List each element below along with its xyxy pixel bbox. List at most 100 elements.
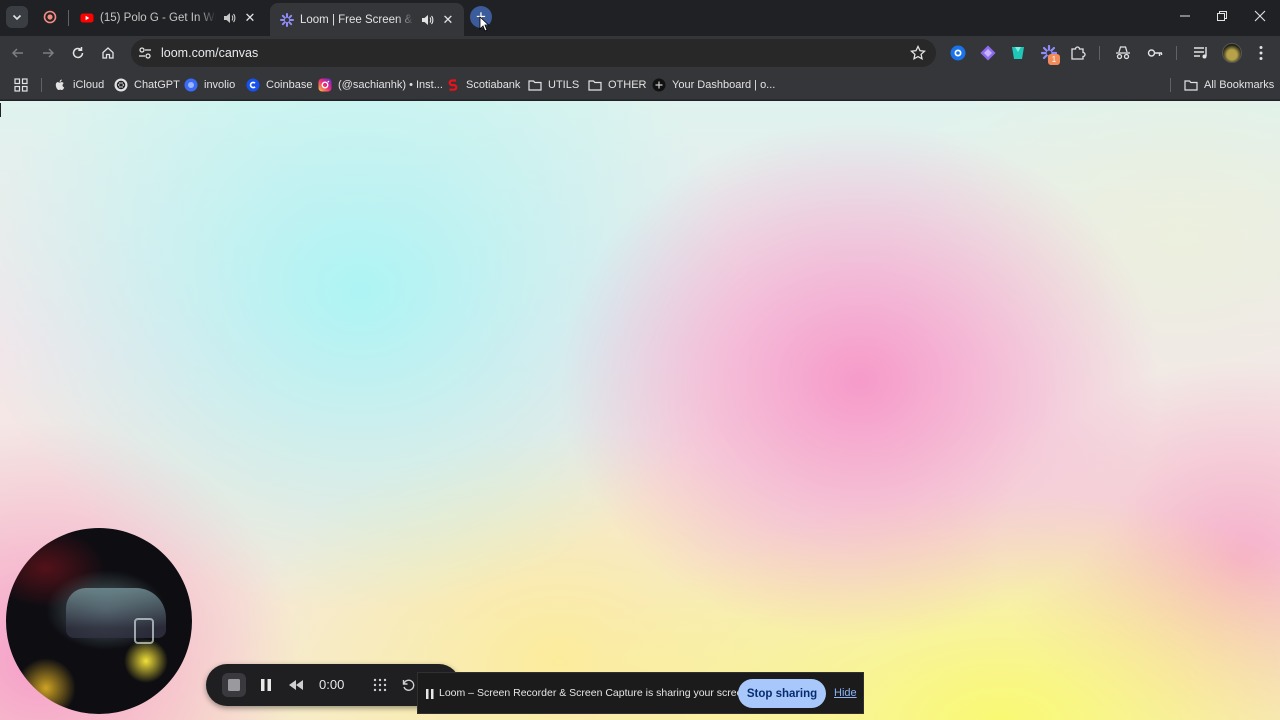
bookmark-involio[interactable]: involio: [184, 77, 235, 93]
tab-divider: [68, 10, 69, 26]
speaker-icon[interactable]: [222, 11, 236, 25]
apple-icon: [55, 79, 65, 90]
browser-toolbar: loom.com/canvas 1: [0, 36, 1280, 70]
address-bar[interactable]: loom.com/canvas: [131, 39, 936, 67]
site-settings-icon[interactable]: [137, 45, 153, 61]
media-controls-icon[interactable]: [1192, 44, 1210, 62]
close-icon: [1254, 10, 1266, 22]
sharing-message: Loom – Screen Recorder & Screen Capture …: [439, 687, 752, 699]
folder-icon: [528, 80, 542, 91]
youtube-icon: [80, 13, 94, 23]
coinbase-icon: [246, 78, 260, 92]
bookmark-label: Coinbase: [266, 79, 313, 91]
loom-canvas[interactable]: [0, 101, 1280, 720]
close-tab-icon[interactable]: ✕: [242, 10, 258, 26]
recording-timer: 0:00: [319, 677, 345, 692]
tab-title: (15) Polo G - Get In With Me: [100, 12, 216, 24]
bookmark-coinbase[interactable]: Coinbase: [246, 77, 312, 93]
bookmarks-divider: [1170, 78, 1171, 92]
scotiabank-icon: [448, 79, 458, 91]
bookmark-label: ChatGPT: [134, 79, 180, 91]
screen-sharing-banner: Loom – Screen Recorder & Screen Capture …: [417, 672, 864, 714]
bookmark-label: iCloud: [73, 79, 105, 91]
toolbar-divider: [1176, 46, 1177, 60]
undo-icon: [402, 679, 415, 691]
extension-diamond-icon[interactable]: [979, 44, 997, 62]
bookmark-chatgpt[interactable]: ChatGPT: [114, 77, 180, 93]
dots-grid-icon: [373, 678, 387, 692]
bookmarks-bar: iCloud ChatGPT involio Coinbase (@sachia…: [0, 70, 1280, 100]
all-bookmarks-button[interactable]: All Bookmarks: [1184, 77, 1274, 93]
minimize-icon: [1180, 15, 1190, 17]
close-window-button[interactable]: [1241, 0, 1279, 32]
bookmark-label: OTHER: [608, 79, 647, 91]
minimize-button[interactable]: [1166, 0, 1204, 32]
involio-icon: [184, 78, 198, 92]
openai-icon: [114, 78, 128, 92]
incognito-icon[interactable]: [1114, 44, 1132, 62]
key-icon[interactable]: [1146, 44, 1164, 62]
extension-gem-icon[interactable]: [1009, 44, 1027, 62]
bookmark-star-icon[interactable]: [910, 45, 926, 61]
dashboard-site-icon: [652, 78, 666, 92]
webcam-bubble[interactable]: [6, 528, 192, 714]
home-button[interactable]: [96, 41, 120, 65]
arrow-right-icon: [43, 48, 55, 58]
stop-sharing-button[interactable]: Stop sharing: [738, 679, 826, 708]
restore-icon: [1217, 11, 1227, 21]
pause-icon: [426, 689, 434, 699]
bookmark-folder-utils[interactable]: UTILS: [528, 77, 579, 93]
pause-recording-button[interactable]: [254, 673, 278, 697]
bookmark-label: UTILS: [548, 79, 580, 91]
speaker-icon[interactable]: [420, 13, 434, 27]
bookmark-label: Scotiabank: [466, 79, 521, 91]
tab-youtube[interactable]: (15) Polo G - Get In With Me ✕: [70, 3, 266, 33]
bookmark-label: Your Dashboard | o...: [672, 79, 776, 91]
bookmark-icloud[interactable]: iCloud: [53, 77, 104, 93]
reload-button[interactable]: [66, 41, 90, 65]
tab-title: Loom | Free Screen & Video Recording: [300, 13, 414, 26]
bookmark-folder-other[interactable]: OTHER: [588, 77, 647, 93]
restart-recording-button[interactable]: [284, 673, 308, 697]
drawing-tools-button[interactable]: [368, 673, 392, 697]
folder-icon: [1184, 80, 1198, 91]
extension-badge: 1: [1048, 54, 1060, 65]
chevron-down-icon: [12, 14, 22, 21]
hide-banner-link[interactable]: Hide: [834, 687, 857, 699]
puzzle-icon[interactable]: [1069, 44, 1087, 62]
loom-icon: [280, 12, 294, 27]
url-text: loom.com/canvas: [161, 46, 259, 60]
bookmark-scotiabank[interactable]: Scotiabank: [446, 77, 520, 93]
kebab-menu-icon[interactable]: [1252, 44, 1270, 62]
instagram-icon: [318, 78, 332, 92]
extension-blue-circle-icon[interactable]: [949, 44, 967, 62]
tab-search-button[interactable]: [6, 6, 28, 28]
stop-icon: [228, 679, 240, 691]
apps-grid-icon[interactable]: [14, 78, 28, 92]
all-bookmarks-label: All Bookmarks: [1204, 79, 1275, 91]
toolbar-divider: [1099, 46, 1100, 60]
bookmarks-divider: [41, 78, 42, 92]
arrow-left-icon: [11, 48, 23, 58]
tab-strip: (15) Polo G - Get In With Me ✕ Loom | Fr…: [0, 0, 1280, 36]
home-icon: [102, 47, 114, 59]
mouse-cursor-icon: [479, 16, 489, 32]
webcam-grille-shape: [134, 618, 154, 644]
bookmark-label: involio: [204, 79, 236, 91]
bookmark-instagram[interactable]: (@sachianhk) • Inst...: [318, 77, 443, 93]
text-caret: [0, 103, 1, 117]
folder-icon: [588, 80, 602, 91]
tab-loom[interactable]: Loom | Free Screen & Video Recording ✕: [270, 3, 464, 36]
avatar[interactable]: [1222, 43, 1242, 63]
pause-icon: [261, 679, 271, 691]
recording-indicator-icon: [43, 10, 57, 24]
stop-recording-button[interactable]: [222, 673, 246, 697]
bookmark-dashboard[interactable]: Your Dashboard | o...: [652, 77, 775, 93]
forward-button[interactable]: [36, 41, 60, 65]
restore-button[interactable]: [1203, 0, 1241, 32]
reload-icon: [72, 47, 84, 59]
bookmark-label: (@sachianhk) • Inst...: [338, 79, 443, 91]
back-button[interactable]: [6, 41, 30, 65]
close-tab-icon[interactable]: ✕: [440, 12, 456, 28]
rewind-icon: [289, 680, 303, 690]
